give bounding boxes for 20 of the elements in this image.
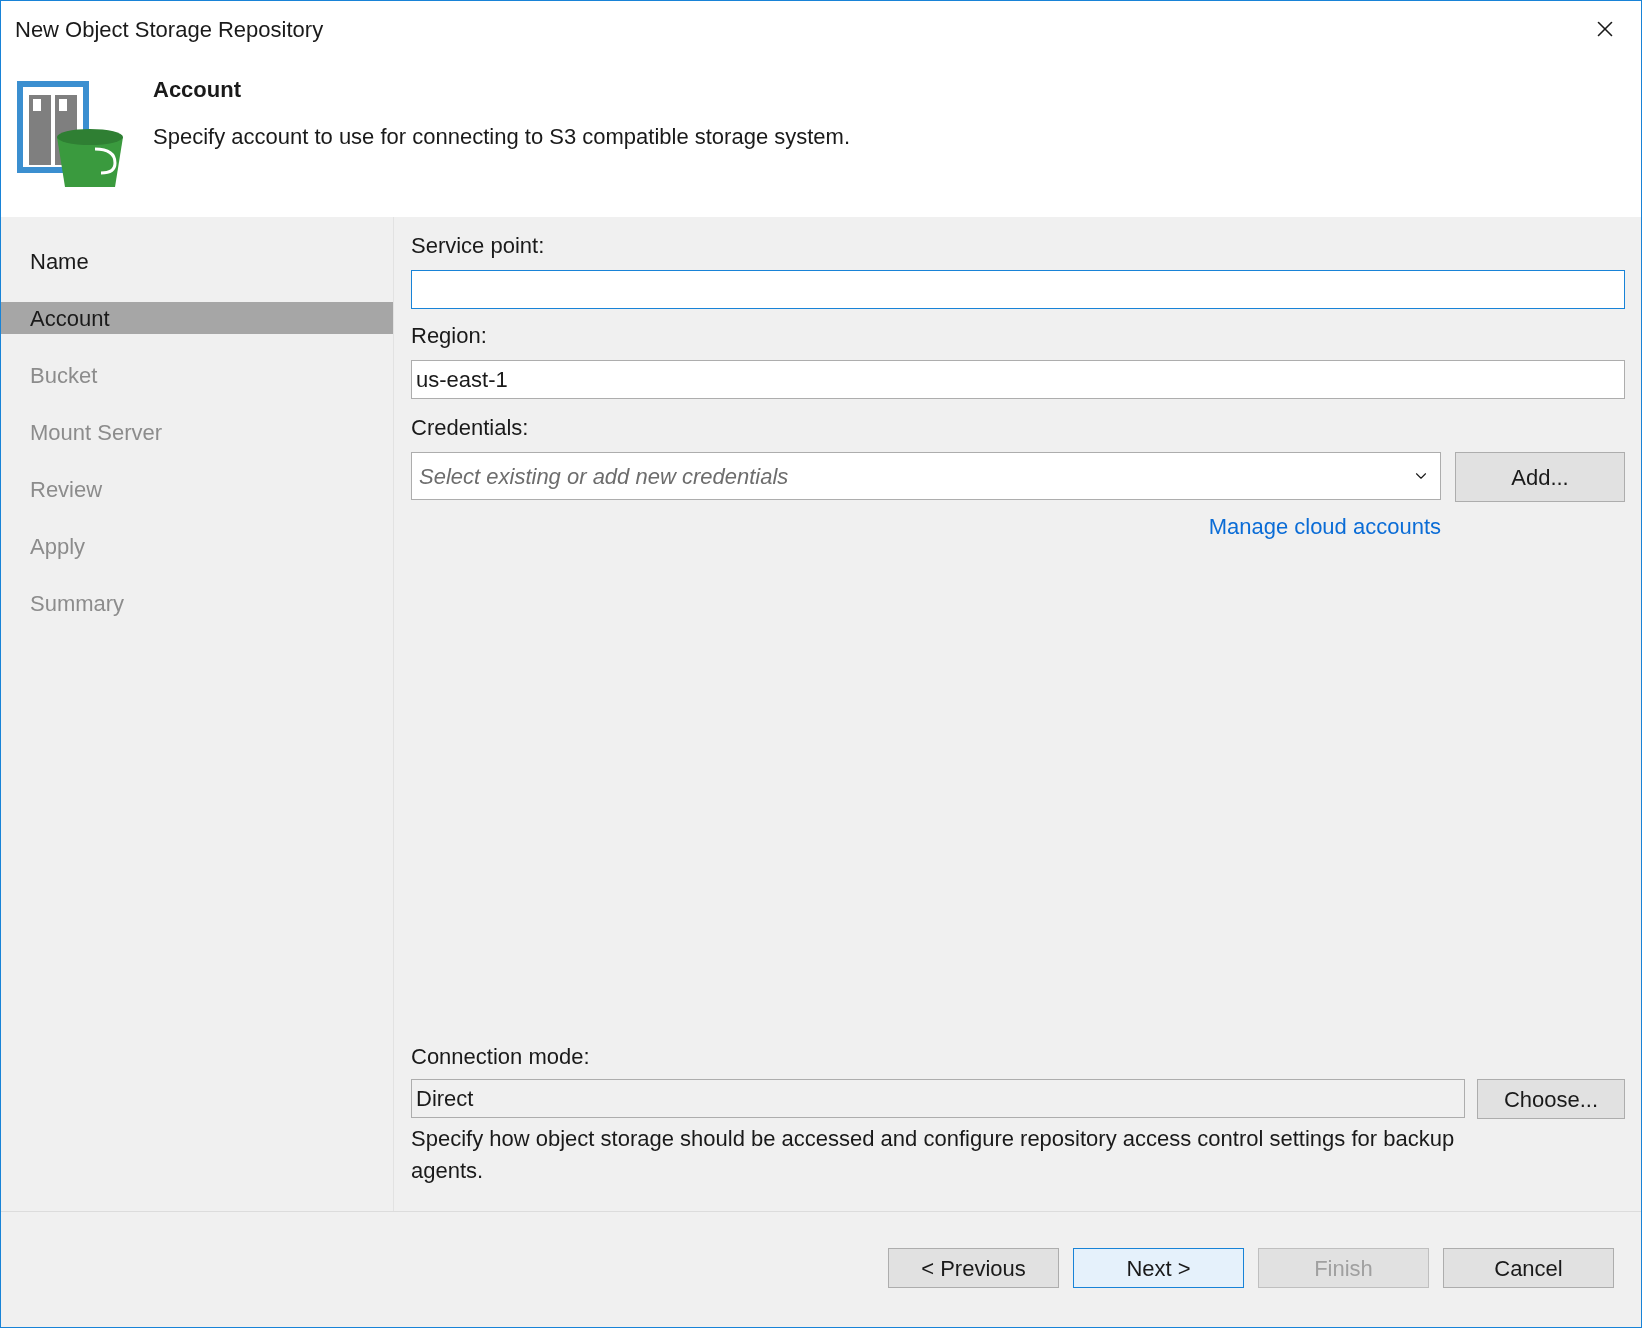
field-label: Region: <box>411 322 488 350</box>
page-heading: Account <box>153 76 242 104</box>
input-field[interactable]: us-east-1 <box>411 360 1625 399</box>
manage-cloud-accounts-link[interactable]: Manage cloud accounts <box>1208 510 1441 543</box>
page-description: Specify account to use for connecting to S3 compatible storage system. <box>153 123 851 151</box>
wizard-step[interactable]: Name <box>1 245 393 277</box>
wizard-button[interactable]: < Previous <box>888 1248 1059 1288</box>
wizard-step[interactable]: Account <box>1 302 393 334</box>
add-button[interactable]: Add... <box>1455 452 1625 502</box>
wizard-button[interactable]: Cancel <box>1443 1248 1614 1288</box>
input-field[interactable]: Direct <box>411 1079 1465 1118</box>
field-label: Service point: <box>411 232 546 260</box>
connection-mode-description: Specify how object storage should be accessed and configure repository access control settings for backup agents. <box>411 1125 1456 1185</box>
field-label: Connection mode: <box>411 1043 591 1071</box>
choose-button[interactable]: Choose... <box>1477 1079 1625 1119</box>
input-field[interactable] <box>411 270 1625 309</box>
wizard-button[interactable]: Next > <box>1073 1248 1244 1288</box>
window-title: New Object Storage Repository <box>15 15 324 44</box>
field-label: Credentials: <box>411 414 530 442</box>
credentials-dropdown[interactable]: Select existing or add new credentials <box>411 452 1441 500</box>
